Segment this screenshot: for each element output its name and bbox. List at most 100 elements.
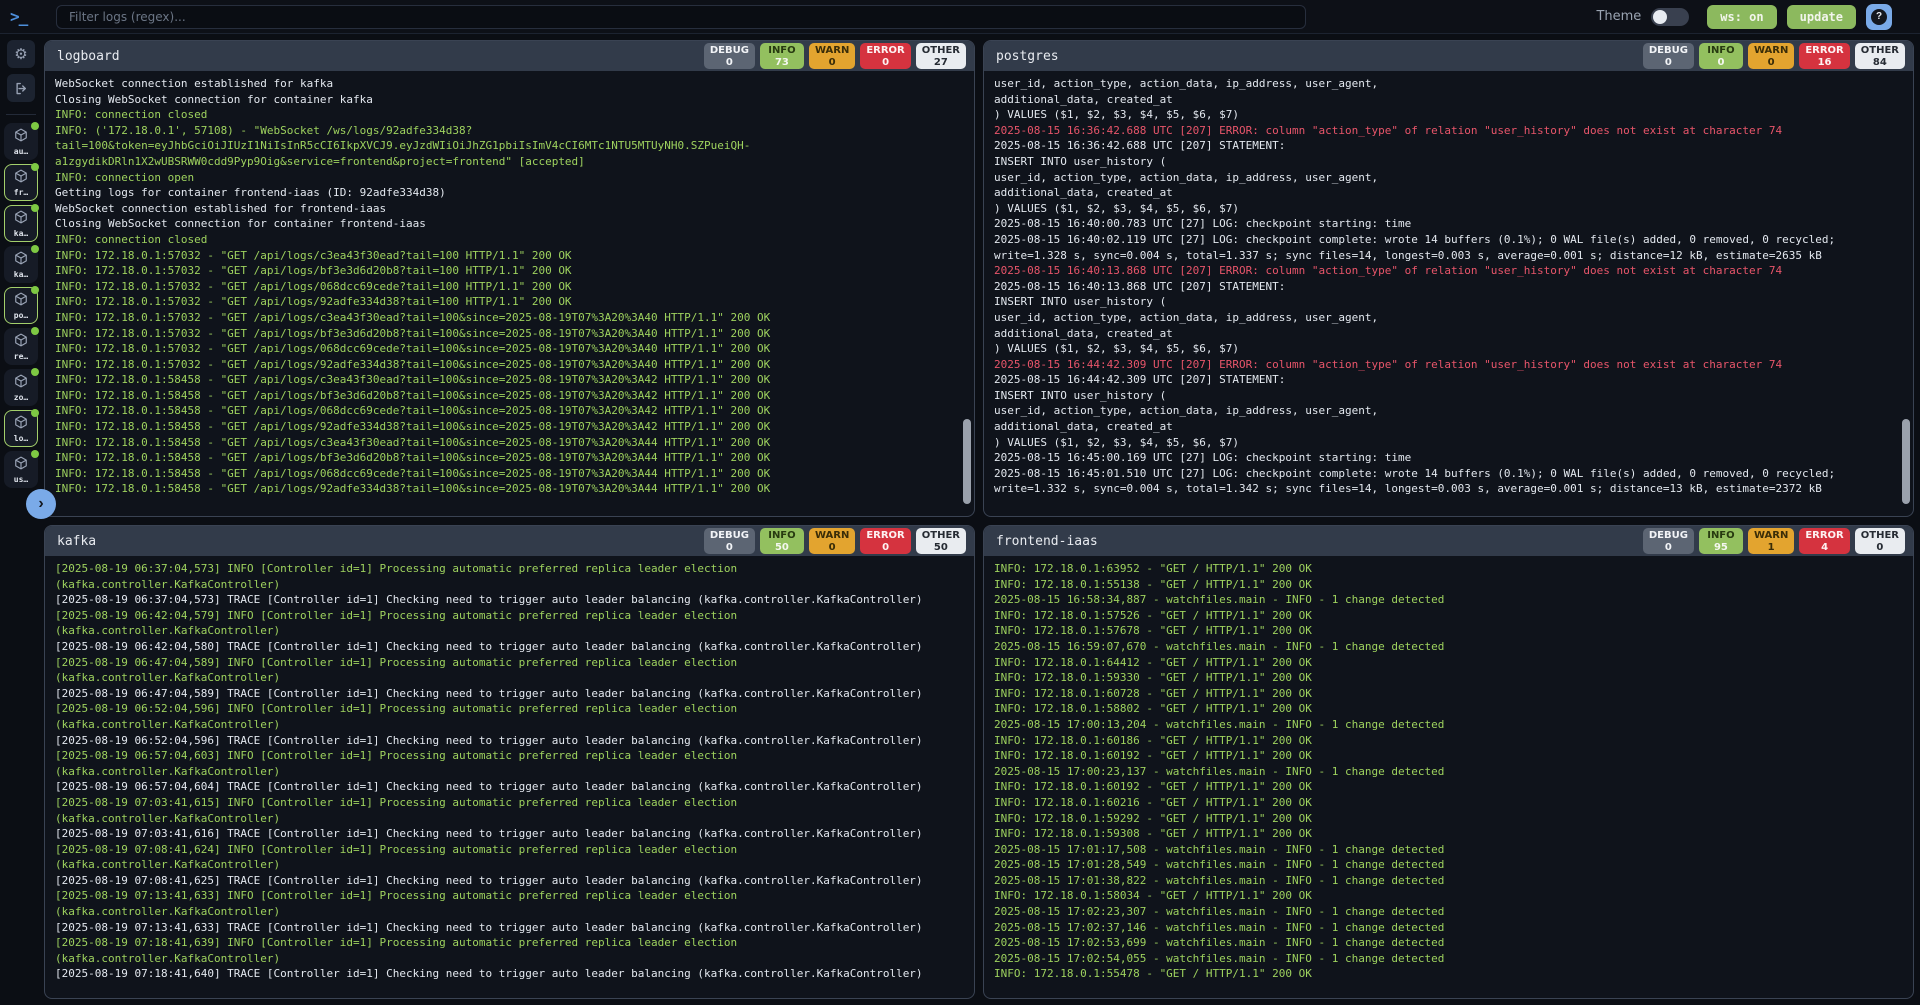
log-line: ) VALUES ($1, $2, $3, $4, $5, $6, $7)	[994, 341, 1903, 357]
status-dot	[31, 368, 39, 376]
logout-button[interactable]	[7, 74, 35, 102]
error-count-badge: ERROR0	[860, 528, 910, 554]
log-line: 2025-08-15 16:44:42.309 UTC [207] STATEM…	[994, 372, 1903, 388]
badge-count: 0	[815, 57, 849, 69]
log-line: 2025-08-15 16:40:13.868 UTC [207] STATEM…	[994, 279, 1903, 295]
error-count-badge: ERROR16	[1799, 43, 1849, 69]
log-output: [2025-08-19 06:37:04,573] INFO [Controll…	[45, 556, 974, 998]
log-line: Closing WebSocket connection for contain…	[55, 92, 964, 108]
log-line: 2025-08-15 16:45:01.510 UTC [27] LOG: ch…	[994, 466, 1903, 482]
log-panels-grid: logboardDEBUG0INFO73WARN0ERROR0OTHER27We…	[42, 34, 1920, 1005]
log-line: Getting logs for container frontend-iaas…	[55, 185, 964, 201]
badge-label: OTHER	[1861, 45, 1899, 57]
panel-kafka: kafkaDEBUG0INFO50WARN0ERROR0OTHER50[2025…	[44, 525, 975, 999]
log-line: 2025-08-15 16:40:00.783 UTC [27] LOG: ch…	[994, 216, 1903, 232]
badge-count: 0	[1754, 57, 1788, 69]
status-dot	[31, 163, 39, 171]
badge-count: 4	[1805, 542, 1843, 554]
badge-count: 0	[710, 57, 749, 69]
info-count-badge: INFO0	[1699, 43, 1743, 69]
scrollbar-thumb[interactable]	[963, 419, 971, 504]
log-line: [2025-08-19 07:03:41,615] INFO [Controll…	[55, 795, 964, 811]
log-line: (kafka.controller.KafkaController)	[55, 623, 964, 639]
log-line: WebSocket connection established for fro…	[55, 201, 964, 217]
log-line: INFO: 172.18.0.1:55478 - "GET / HTTP/1.1…	[994, 966, 1903, 982]
status-dot	[31, 450, 39, 458]
sidebar-item-po[interactable]: po…	[4, 287, 38, 324]
log-line: [2025-08-19 06:42:04,579] INFO [Controll…	[55, 608, 964, 624]
log-line: (kafka.controller.KafkaController)	[55, 717, 964, 733]
log-line: INFO: 172.18.0.1:63952 - "GET / HTTP/1.1…	[994, 561, 1903, 577]
log-line: user_id, action_type, action_data, ip_ad…	[994, 403, 1903, 419]
sidebar-item-au[interactable]: au…	[4, 123, 38, 160]
log-line: INSERT INTO user_history (	[994, 388, 1903, 404]
log-line: ) VALUES ($1, $2, $3, $4, $5, $6, $7)	[994, 201, 1903, 217]
main-area: ⚙ au…fr…ka…ka…po…re…zo…lo…us… › logboard…	[0, 34, 1920, 1005]
badge-label: ERROR	[866, 45, 904, 57]
level-badges: DEBUG0INFO50WARN0ERROR0OTHER50	[704, 528, 966, 554]
badge-count: 50	[766, 542, 798, 554]
log-line: INFO: 172.18.0.1:58458 - "GET /api/logs/…	[55, 466, 964, 482]
badge-count: 0	[1705, 57, 1737, 69]
scrollbar-thumb[interactable]	[1902, 419, 1910, 504]
log-line: user_id, action_type, action_data, ip_ad…	[994, 76, 1903, 92]
sidebar-item-us[interactable]: us…	[4, 451, 38, 488]
filter-logs-input[interactable]	[56, 5, 1306, 29]
badge-label: WARN	[1754, 530, 1788, 542]
log-line: Closing WebSocket connection for contain…	[55, 216, 964, 232]
level-badges: DEBUG0INFO0WARN0ERROR16OTHER84	[1643, 43, 1905, 69]
log-line: 2025-08-15 16:59:07,670 - watchfiles.mai…	[994, 639, 1903, 655]
sidebar-item-zo[interactable]: zo…	[4, 369, 38, 406]
log-line: [2025-08-19 06:37:04,573] INFO [Controll…	[55, 561, 964, 577]
panel-header: kafkaDEBUG0INFO50WARN0ERROR0OTHER50	[45, 526, 974, 556]
sidebar-expand-button[interactable]: ›	[26, 489, 56, 519]
warn-count-badge: WARN0	[809, 43, 855, 69]
theme-toggle[interactable]	[1651, 8, 1689, 26]
container-cube-icon	[14, 209, 28, 228]
badge-label: WARN	[815, 530, 849, 542]
container-cube-icon	[14, 168, 28, 187]
log-line: INFO: 172.18.0.1:59330 - "GET / HTTP/1.1…	[994, 670, 1903, 686]
other-count-badge: OTHER50	[916, 528, 966, 554]
badge-label: INFO	[1705, 530, 1737, 542]
sidebar-item-ka[interactable]: ka…	[4, 246, 38, 283]
panel-title: kafka	[57, 534, 96, 549]
badge-label: INFO	[766, 530, 798, 542]
badge-count: 0	[1861, 542, 1899, 554]
log-line: 2025-08-15 17:00:23,137 - watchfiles.mai…	[994, 764, 1903, 780]
panel-title: postgres	[996, 49, 1059, 64]
log-line: INFO: 172.18.0.1:58458 - "GET /api/logs/…	[55, 450, 964, 466]
container-cube-icon	[14, 414, 28, 433]
settings-button[interactable]: ⚙	[7, 40, 35, 68]
sidebar-item-re[interactable]: re…	[4, 328, 38, 365]
log-line: [2025-08-19 06:57:04,603] INFO [Controll…	[55, 748, 964, 764]
log-line: (kafka.controller.KafkaController)	[55, 811, 964, 827]
panel-postgres: postgresDEBUG0INFO0WARN0ERROR16OTHER84us…	[983, 40, 1914, 517]
help-button[interactable]: ?	[1866, 4, 1892, 30]
sidebar-item-fr[interactable]: fr…	[4, 164, 38, 201]
badge-count: 0	[815, 542, 849, 554]
other-count-badge: OTHER0	[1855, 528, 1905, 554]
update-button[interactable]: update	[1787, 5, 1856, 29]
other-count-badge: OTHER84	[1855, 43, 1905, 69]
log-line: additional_data, created_at	[994, 185, 1903, 201]
log-line: INFO: ('172.18.0.1', 57108) - "WebSocket…	[55, 123, 964, 139]
log-line: (kafka.controller.KafkaController)	[55, 904, 964, 920]
sidebar-item-lo[interactable]: lo…	[4, 410, 38, 447]
log-line: INFO: 172.18.0.1:60192 - "GET / HTTP/1.1…	[994, 748, 1903, 764]
log-line: INFO: 172.18.0.1:58458 - "GET /api/logs/…	[55, 481, 964, 497]
badge-label: INFO	[1705, 45, 1737, 57]
log-line: INFO: 172.18.0.1:57526 - "GET / HTTP/1.1…	[994, 608, 1903, 624]
log-line: additional_data, created_at	[994, 419, 1903, 435]
log-line: write=1.332 s, sync=0.004 s, total=1.342…	[994, 481, 1903, 497]
log-line: 2025-08-15 17:02:54,055 - watchfiles.mai…	[994, 951, 1903, 967]
badge-count: 0	[866, 57, 904, 69]
log-line: write=1.328 s, sync=0.004 s, total=1.337…	[994, 248, 1903, 264]
websocket-toggle-button[interactable]: ws: on	[1707, 5, 1776, 29]
log-line: [2025-08-19 06:42:04,580] TRACE [Control…	[55, 639, 964, 655]
warn-count-badge: WARN0	[1748, 43, 1794, 69]
badge-label: ERROR	[1805, 530, 1843, 542]
panel-logboard: logboardDEBUG0INFO73WARN0ERROR0OTHER27We…	[44, 40, 975, 517]
log-line: (kafka.controller.KafkaController)	[55, 577, 964, 593]
sidebar-item-ka[interactable]: ka…	[4, 205, 38, 242]
